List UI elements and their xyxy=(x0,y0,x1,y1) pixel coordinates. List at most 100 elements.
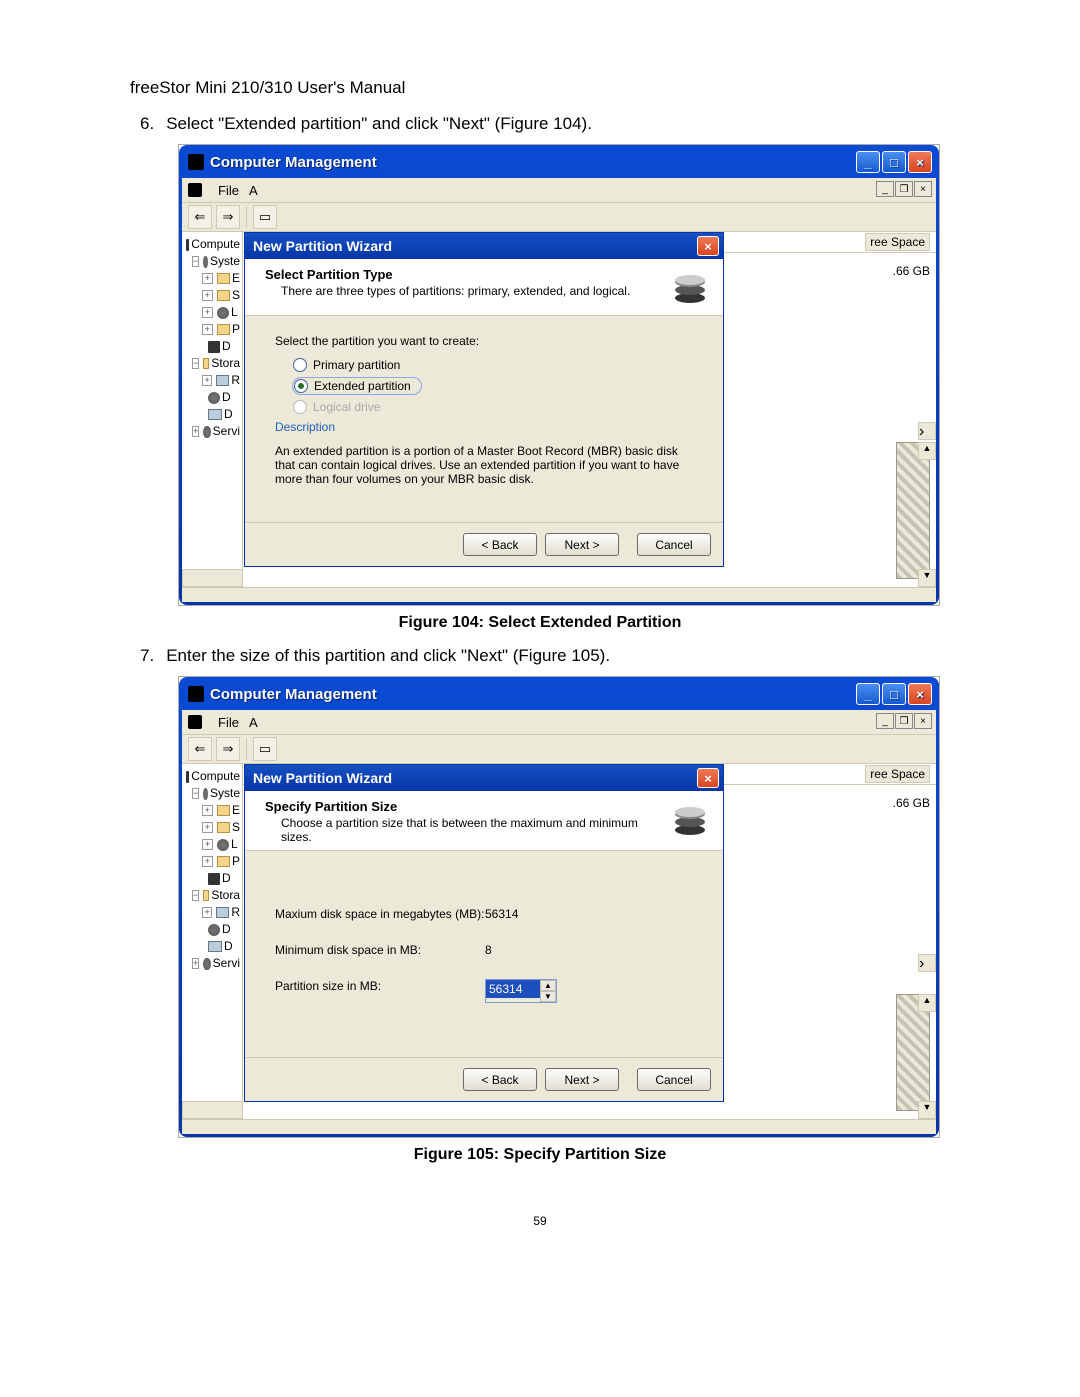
mdi-minimize-button[interactable]: _ xyxy=(876,181,894,197)
tree-expand-icon[interactable]: + xyxy=(202,307,213,318)
tree-item-label[interactable]: R xyxy=(231,904,240,921)
tree-item-label[interactable]: P xyxy=(232,853,240,870)
tree-item-label[interactable]: Syste xyxy=(210,253,240,270)
content-scroll-button[interactable]: › xyxy=(918,954,936,972)
tree-item-label[interactable]: D xyxy=(222,338,231,355)
tree-item-label[interactable]: L xyxy=(231,836,238,853)
page-number: 59 xyxy=(130,1214,950,1228)
titlebar[interactable]: Computer Management _ □ × xyxy=(182,680,936,710)
maximize-button[interactable]: □ xyxy=(882,683,906,705)
column-header[interactable]: ree Space xyxy=(865,765,930,783)
tree-expand-icon[interactable]: + xyxy=(202,907,212,918)
scroll-down-icon[interactable]: ▼ xyxy=(918,1101,936,1119)
tree-item-label[interactable]: D xyxy=(224,938,233,955)
tree-item-label[interactable]: D xyxy=(222,389,231,406)
toolbar-button[interactable]: ▭ xyxy=(253,737,277,761)
tree-expand-icon[interactable]: + xyxy=(192,426,199,437)
radio-primary-partition[interactable]: Primary partition xyxy=(293,358,693,372)
back-button[interactable]: < Back xyxy=(463,533,537,556)
column-header[interactable]: ree Space xyxy=(865,233,930,251)
toolbar-button[interactable]: ▭ xyxy=(253,205,277,229)
mdi-restore-button[interactable]: ❐ xyxy=(895,181,913,197)
menu-file[interactable]: File xyxy=(218,183,239,198)
tree-item-label[interactable]: D xyxy=(224,406,233,423)
description-text: An extended partition is a portion of a … xyxy=(275,444,693,486)
tree-scrollbar[interactable] xyxy=(182,569,243,587)
tree-item-label[interactable]: S xyxy=(232,287,240,304)
tree-item-label[interactable]: L xyxy=(231,304,238,321)
tree-expand-icon[interactable]: + xyxy=(202,805,213,816)
cancel-button[interactable]: Cancel xyxy=(637,1068,711,1091)
tree-item-label[interactable]: Syste xyxy=(210,785,240,802)
tree-item-label[interactable]: Stora xyxy=(211,887,240,904)
menu-file[interactable]: File xyxy=(218,715,239,730)
tree-item-label[interactable]: S xyxy=(232,819,240,836)
back-button[interactable]: < Back xyxy=(463,1068,537,1091)
back-icon[interactable]: ⇐ xyxy=(188,205,212,229)
tree-pane[interactable]: Compute −Syste +E +S +L +P D −Stora +R D… xyxy=(182,764,243,1119)
device-icon xyxy=(208,341,220,353)
tree-pane[interactable]: Compute −Syste +E +S +L +P D −Stora +R D… xyxy=(182,232,243,587)
content-scroll-button[interactable]: › xyxy=(918,422,936,440)
tree-expand-icon[interactable]: + xyxy=(202,273,213,284)
close-button[interactable]: × xyxy=(908,683,932,705)
tree-expand-icon[interactable]: + xyxy=(192,958,199,969)
scroll-up-icon[interactable]: ▲ xyxy=(918,994,936,1012)
scroll-down-icon[interactable]: ▼ xyxy=(918,569,936,587)
tree-expand-icon[interactable]: + xyxy=(202,822,213,833)
menu-action[interactable]: A xyxy=(249,183,258,198)
device-icon xyxy=(208,873,220,885)
next-button[interactable]: Next > xyxy=(545,533,619,556)
dialog-titlebar[interactable]: New Partition Wizard × xyxy=(245,233,723,259)
menubar[interactable]: File A _ ❐ × xyxy=(182,178,936,203)
tree-collapse-icon[interactable]: − xyxy=(192,358,199,369)
cancel-button[interactable]: Cancel xyxy=(637,533,711,556)
mdi-restore-button[interactable]: ❐ xyxy=(895,713,913,729)
unallocated-space-bar[interactable] xyxy=(896,442,930,579)
radio-extended-partition[interactable]: Extended partition xyxy=(293,378,421,394)
tree-item-label[interactable]: Compute xyxy=(191,236,240,253)
tree-item-label[interactable]: D xyxy=(222,921,231,938)
partition-size-stepper[interactable]: ▲ ▼ xyxy=(485,979,557,1003)
forward-icon[interactable]: ⇒ xyxy=(216,205,240,229)
titlebar[interactable]: Computer Management _ □ × xyxy=(182,148,936,178)
mdi-close-button[interactable]: × xyxy=(914,713,932,729)
tree-expand-icon[interactable]: + xyxy=(202,839,213,850)
next-button[interactable]: Next > xyxy=(545,1068,619,1091)
dialog-close-button[interactable]: × xyxy=(697,236,719,256)
mdi-close-button[interactable]: × xyxy=(914,181,932,197)
tree-collapse-icon[interactable]: − xyxy=(192,890,199,901)
tree-expand-icon[interactable]: + xyxy=(202,290,213,301)
tree-item-label[interactable]: Servi xyxy=(213,423,240,440)
tree-collapse-icon[interactable]: − xyxy=(192,788,199,799)
tree-expand-icon[interactable]: + xyxy=(202,856,213,867)
tree-item-label[interactable]: P xyxy=(232,321,240,338)
tree-item-label[interactable]: R xyxy=(231,372,240,389)
tree-item-label[interactable]: Compute xyxy=(191,768,240,785)
menu-action[interactable]: A xyxy=(249,715,258,730)
close-button[interactable]: × xyxy=(908,151,932,173)
maximize-button[interactable]: □ xyxy=(882,151,906,173)
tree-item-label[interactable]: E xyxy=(232,802,240,819)
forward-icon[interactable]: ⇒ xyxy=(216,737,240,761)
tree-expand-icon[interactable]: + xyxy=(202,375,212,386)
dialog-header: Specify Partition Size Choose a partitio… xyxy=(245,791,723,851)
stepper-down-icon[interactable]: ▼ xyxy=(540,991,556,1002)
tree-expand-icon[interactable]: + xyxy=(202,324,213,335)
tree-collapse-icon[interactable]: − xyxy=(192,256,199,267)
scroll-up-icon[interactable]: ▲ xyxy=(918,442,936,460)
partition-size-input[interactable] xyxy=(486,980,540,998)
stepper-up-icon[interactable]: ▲ xyxy=(540,980,556,991)
tree-item-label[interactable]: E xyxy=(232,270,240,287)
tree-item-label[interactable]: Servi xyxy=(213,955,240,972)
menubar[interactable]: File A _ ❐ × xyxy=(182,710,936,735)
dialog-titlebar[interactable]: New Partition Wizard × xyxy=(245,765,723,791)
tree-item-label[interactable]: Stora xyxy=(211,355,240,372)
back-icon[interactable]: ⇐ xyxy=(188,737,212,761)
dialog-close-button[interactable]: × xyxy=(697,768,719,788)
tree-scrollbar[interactable] xyxy=(182,1101,243,1119)
minimize-button[interactable]: _ xyxy=(856,151,880,173)
minimize-button[interactable]: _ xyxy=(856,683,880,705)
mdi-minimize-button[interactable]: _ xyxy=(876,713,894,729)
tree-item-label[interactable]: D xyxy=(222,870,231,887)
